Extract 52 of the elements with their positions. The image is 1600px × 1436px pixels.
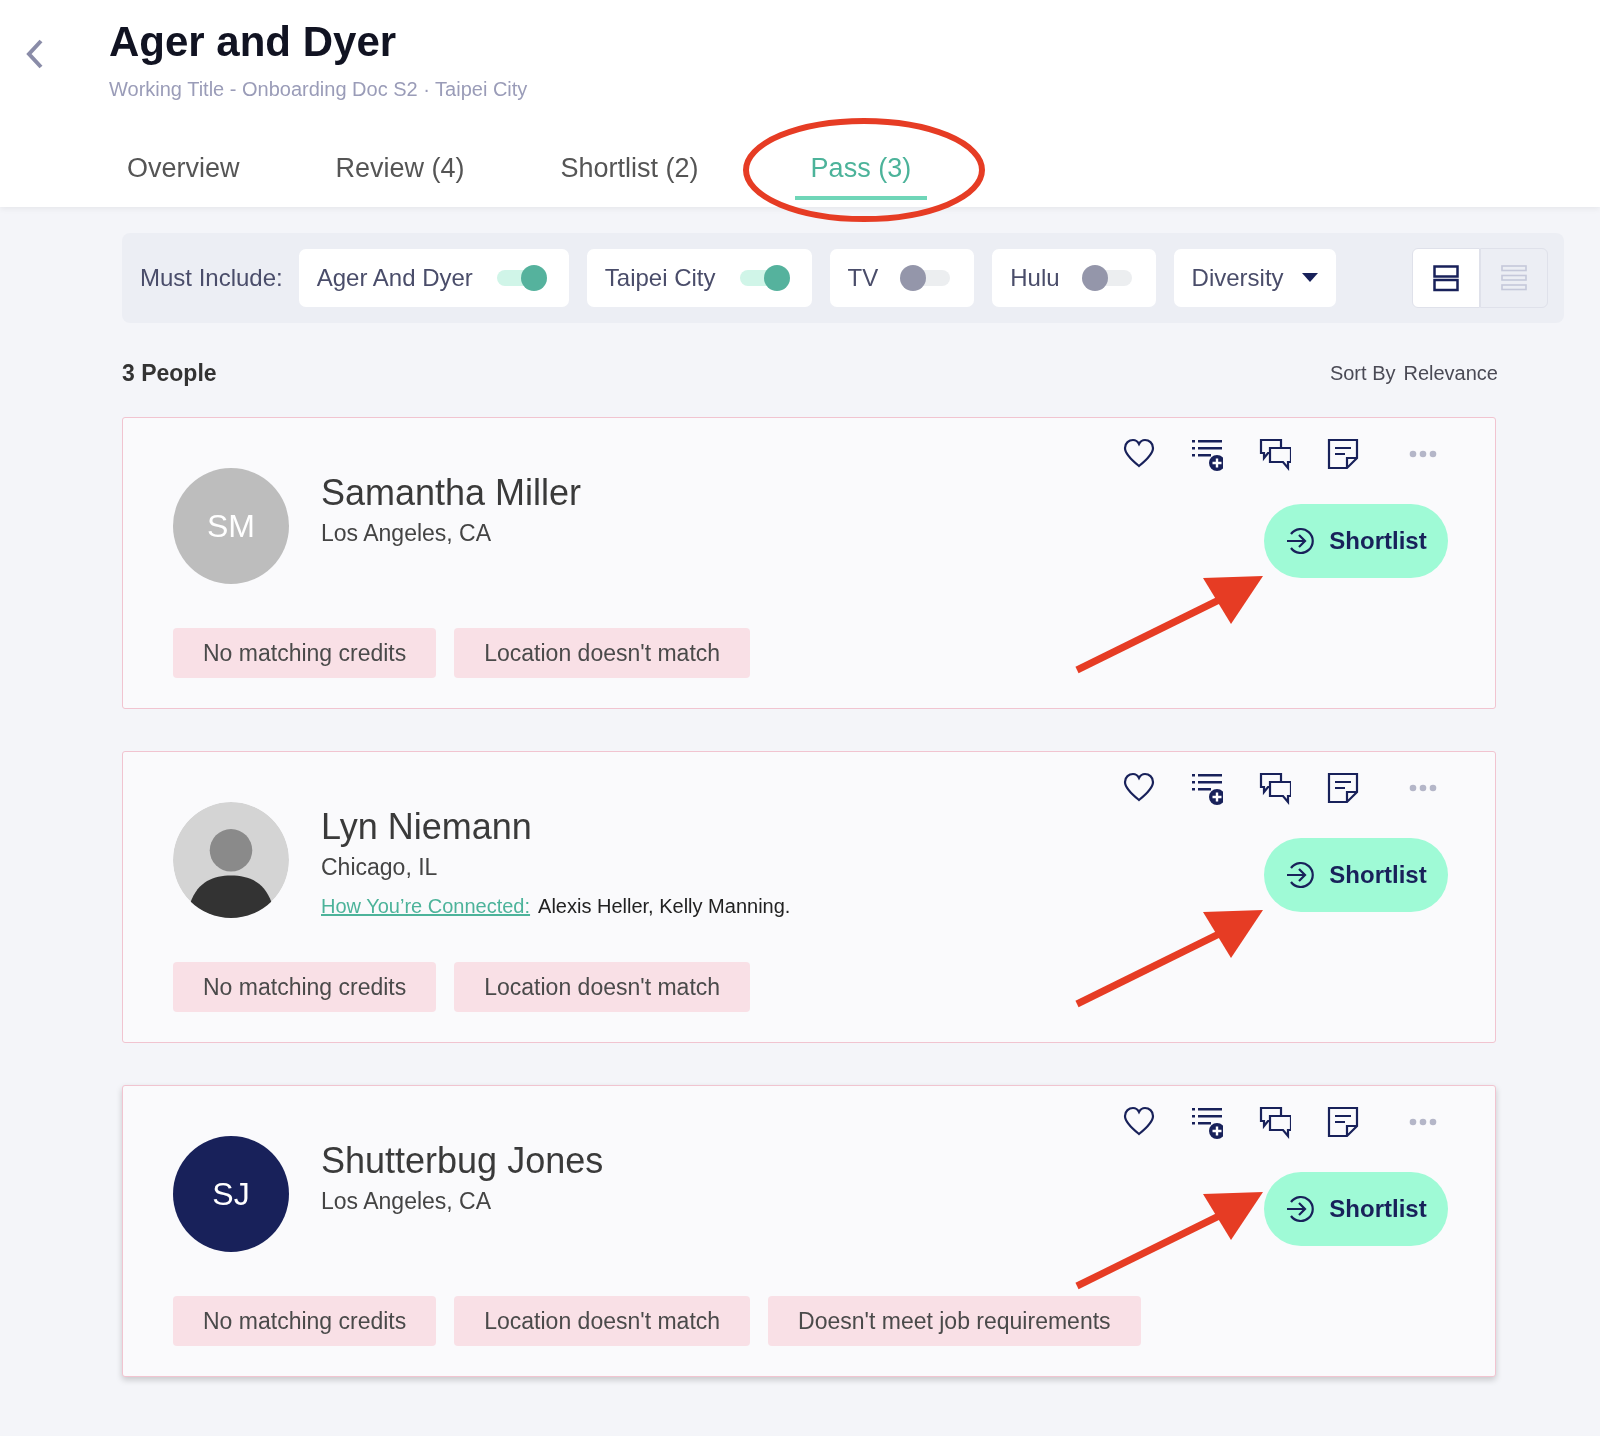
list-add-icon[interactable] (1191, 438, 1223, 471)
tab[interactable]: Overview (127, 143, 240, 200)
dropdown-label: Diversity (1191, 264, 1284, 292)
person-name: Shutterbug Jones (321, 1140, 604, 1182)
reason-tag: No matching credits (173, 628, 437, 678)
reason-tag: Location doesn't match (454, 962, 751, 1012)
person-name: Lyn Niemann (321, 806, 533, 848)
chat-bubbles-icon[interactable] (1259, 772, 1291, 805)
reason-tag: Doesn't meet job requirements (768, 1296, 1141, 1346)
dropdown[interactable]: Diversity (1173, 249, 1336, 307)
reason-tag: Location doesn't match (454, 628, 751, 678)
shortlist-button[interactable]: Shortlist (1264, 1172, 1448, 1246)
toggle-switch[interactable] (1081, 264, 1134, 292)
enter-arrow-icon (1285, 526, 1316, 556)
person-name: Samantha Miller (321, 472, 582, 514)
list-add-icon[interactable] (1191, 1106, 1223, 1139)
avatar-initials: SM (173, 468, 289, 584)
sort-label: Sort By (1329, 361, 1396, 385)
back-icon[interactable] (25, 38, 45, 70)
page-subtitle: Working Title - Onboarding Doc S2 · Taipei City (109, 78, 528, 101)
view-button[interactable] (1412, 248, 1480, 308)
enter-arrow-icon (1285, 1194, 1316, 1224)
note-icon[interactable] (1327, 772, 1359, 805)
tab[interactable]: Shortlist (2) (560, 143, 699, 200)
filter-label: Taipei City (604, 264, 716, 292)
reason-tag: No matching credits (173, 1296, 437, 1346)
card-view-icon (1433, 264, 1459, 292)
person-location: Los Angeles, CA (321, 1188, 493, 1215)
person-location: Los Angeles, CA (321, 520, 493, 547)
sort-dropdown[interactable]: Relevance (1403, 361, 1498, 385)
shortlist-button[interactable]: Shortlist (1264, 504, 1448, 578)
filter-label: Ager And Dyer (316, 264, 473, 292)
avatar-initials: SJ (173, 1136, 289, 1252)
list-view-icon (1501, 264, 1527, 292)
person-location: Chicago, IL (321, 854, 439, 881)
filter-label: TV (847, 264, 879, 292)
caret-icon (1301, 273, 1318, 283)
note-icon[interactable] (1327, 438, 1359, 471)
filter-label: Hulu (1010, 264, 1060, 292)
reason-tag: Location doesn't match (454, 1296, 751, 1346)
list-add-icon[interactable] (1191, 772, 1223, 805)
result-count: 3 People (122, 359, 217, 387)
connection-names: Alexis Heller, Kelly Manning. (538, 895, 791, 918)
page-title: Ager and Dyer (109, 18, 398, 66)
filter-label: Must Include: (140, 264, 283, 292)
tab[interactable]: Review (4) (335, 143, 465, 200)
enter-arrow-icon (1285, 860, 1316, 890)
chat-bubbles-icon[interactable] (1259, 1106, 1291, 1139)
reason-tag: No matching credits (173, 962, 437, 1012)
chat-bubbles-icon[interactable] (1259, 438, 1291, 471)
note-icon[interactable] (1327, 1106, 1359, 1139)
shortlist-button[interactable]: Shortlist (1264, 838, 1448, 912)
